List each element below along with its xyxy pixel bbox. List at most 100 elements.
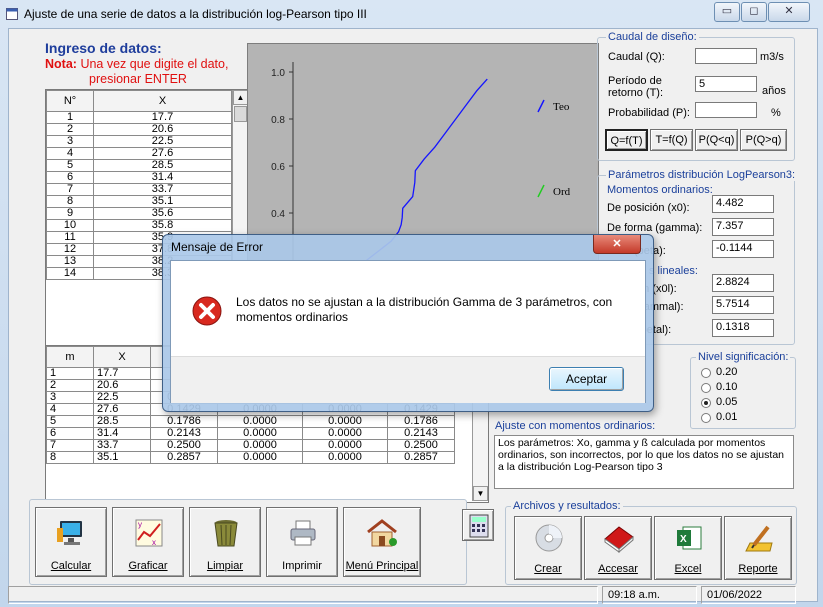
row-x-value[interactable]: 31.4	[93, 171, 232, 184]
table-row[interactable]: 5 28.5 0.1786 0.0000 0.0000 0.1786	[46, 415, 455, 428]
results-cell: 8	[46, 451, 94, 464]
row-x-value[interactable]: 35.1	[93, 195, 232, 208]
betal-field[interactable]: 0.1318	[712, 319, 774, 337]
q-from-t-button[interactable]: Q=f(T)	[605, 129, 648, 151]
graficar-label: Graficar	[128, 560, 168, 572]
imprimir-button[interactable]: Imprimir	[266, 507, 338, 577]
beta-field[interactable]: -0.1144	[712, 240, 774, 258]
t-from-q-button[interactable]: T=f(Q)	[650, 129, 693, 151]
computer-icon	[57, 521, 82, 545]
p-label: Probabilidad (P):	[608, 107, 690, 119]
results-cell: 0.1786	[387, 415, 455, 428]
title-bar: Ajuste de una serie de datos a la distri…	[0, 0, 823, 28]
table-row[interactable]: 8 35.1 0.2857 0.0000 0.0000 0.2857	[46, 451, 455, 464]
row-number: 6	[46, 171, 94, 184]
results-cell: 1	[46, 367, 94, 380]
radio-0-01[interactable]	[701, 413, 711, 423]
table-row[interactable]: 7 33.7 0.2500 0.0000 0.0000 0.2500	[46, 439, 455, 452]
row-x-value[interactable]: 35.8	[93, 219, 232, 232]
table-row[interactable]: 6 31.4	[46, 171, 232, 184]
row-number: 1	[46, 111, 94, 124]
results-cell: 27.6	[93, 403, 151, 416]
dialog-close-button[interactable]: ✕	[593, 235, 641, 254]
y-tick-label: 0.4	[271, 209, 285, 220]
accept-button[interactable]: Aceptar	[549, 367, 624, 391]
table-row[interactable]: 8 35.1	[46, 195, 232, 208]
t-input[interactable]: 5	[695, 76, 757, 92]
svg-text:x: x	[152, 538, 156, 547]
close-window-button[interactable]: ✕	[768, 2, 810, 22]
crear-button[interactable]: Crear	[514, 516, 582, 580]
row-x-value[interactable]: 35.6	[93, 207, 232, 220]
table-row[interactable]: 3 22.5	[46, 135, 232, 148]
row-x-value[interactable]: 27.6	[93, 147, 232, 160]
table-row[interactable]: 9 35.6	[46, 207, 232, 220]
accesar-button[interactable]: Accesar	[584, 516, 652, 580]
dialog-body: Los datos no se ajustan a la distribució…	[170, 260, 646, 403]
row-x-value[interactable]: 22.5	[93, 135, 232, 148]
legend-swatch	[537, 99, 545, 113]
p-less-button[interactable]: P(Q<q)	[695, 129, 738, 151]
svg-text:X: X	[680, 534, 687, 545]
radio-0-10[interactable]	[701, 383, 711, 393]
window-title: Ajuste de una serie de datos a la distri…	[24, 7, 367, 21]
scroll-down-arrow-icon[interactable]: ▼	[473, 486, 488, 501]
scroll-thumb[interactable]	[234, 106, 247, 122]
results-cell: 31.4	[93, 427, 151, 440]
table-row[interactable]: 10 35.8	[46, 219, 232, 232]
scroll-up-arrow-icon[interactable]: ▲	[233, 90, 248, 105]
table-row[interactable]: 7 33.7	[46, 183, 232, 196]
q-label: Caudal (Q):	[608, 51, 665, 63]
gamma-field[interactable]: 7.357	[712, 218, 774, 236]
design-title: Caudal de diseño:	[606, 31, 699, 43]
p-greater-button[interactable]: P(Q>q)	[740, 129, 787, 151]
app-icon	[6, 8, 18, 20]
row-number: 4	[46, 147, 94, 160]
radio-label: 0.20	[716, 366, 738, 378]
radio-0-05[interactable]	[701, 398, 711, 408]
menu-principal-button[interactable]: Menú Principal	[343, 507, 421, 577]
calcular-button[interactable]: Calcular	[35, 507, 107, 577]
dialog-title: Mensaje de Error	[171, 240, 264, 254]
t-label-2: retorno (T):	[608, 87, 664, 99]
limpiar-button[interactable]: Limpiar	[189, 507, 261, 577]
radio-0-20[interactable]	[701, 368, 711, 378]
trash-basket-icon	[214, 520, 238, 547]
reporte-button[interactable]: Reporte	[724, 516, 792, 580]
q-input[interactable]	[695, 48, 757, 64]
row-number: 5	[46, 159, 94, 172]
note-label: Nota:	[45, 57, 77, 71]
status-bar: 09:18 a.m. 01/06/2022	[8, 586, 816, 606]
minimize-button[interactable]: ▭	[714, 2, 740, 22]
p-input[interactable]	[695, 102, 757, 118]
excel-label: Excel	[674, 563, 702, 575]
reporte-label: Reporte	[738, 563, 778, 575]
svg-text:y: y	[138, 520, 142, 529]
table-row[interactable]: 5 28.5	[46, 159, 232, 172]
row-number: 13	[46, 255, 94, 268]
results-cell: 22.5	[93, 391, 151, 404]
x0l-field[interactable]: 2.8824	[712, 274, 774, 292]
row-number: 10	[46, 219, 94, 232]
book-icon	[604, 526, 634, 553]
adjust-title: Ajuste con momentos ordinarios:	[495, 420, 656, 432]
calculator-button[interactable]	[462, 509, 494, 541]
row-x-value[interactable]: 17.7	[93, 111, 232, 124]
x0-label: De posición (x0):	[607, 202, 690, 214]
graficar-button[interactable]: x y Graficar	[112, 507, 184, 577]
table-row[interactable]: 2 20.6	[46, 123, 232, 136]
excel-button[interactable]: X Excel	[654, 516, 722, 580]
accesar-label: Accesar	[598, 563, 638, 575]
table-row[interactable]: 1 17.7	[46, 111, 232, 124]
x0-field[interactable]: 4.482	[712, 195, 774, 213]
files-title: Archivos y resultados:	[511, 500, 623, 512]
row-x-value[interactable]: 28.5	[93, 159, 232, 172]
table-row[interactable]: 6 31.4 0.2143 0.0000 0.0000 0.2143	[46, 427, 455, 440]
gammal-field[interactable]: 5.7514	[712, 296, 774, 314]
input-title: Ingreso de datos:	[45, 40, 162, 56]
row-x-value[interactable]: 20.6	[93, 123, 232, 136]
results-cell: 0.2143	[150, 427, 218, 440]
row-x-value[interactable]: 33.7	[93, 183, 232, 196]
table-row[interactable]: 4 27.6	[46, 147, 232, 160]
maximize-button[interactable]: ◻	[741, 2, 767, 22]
